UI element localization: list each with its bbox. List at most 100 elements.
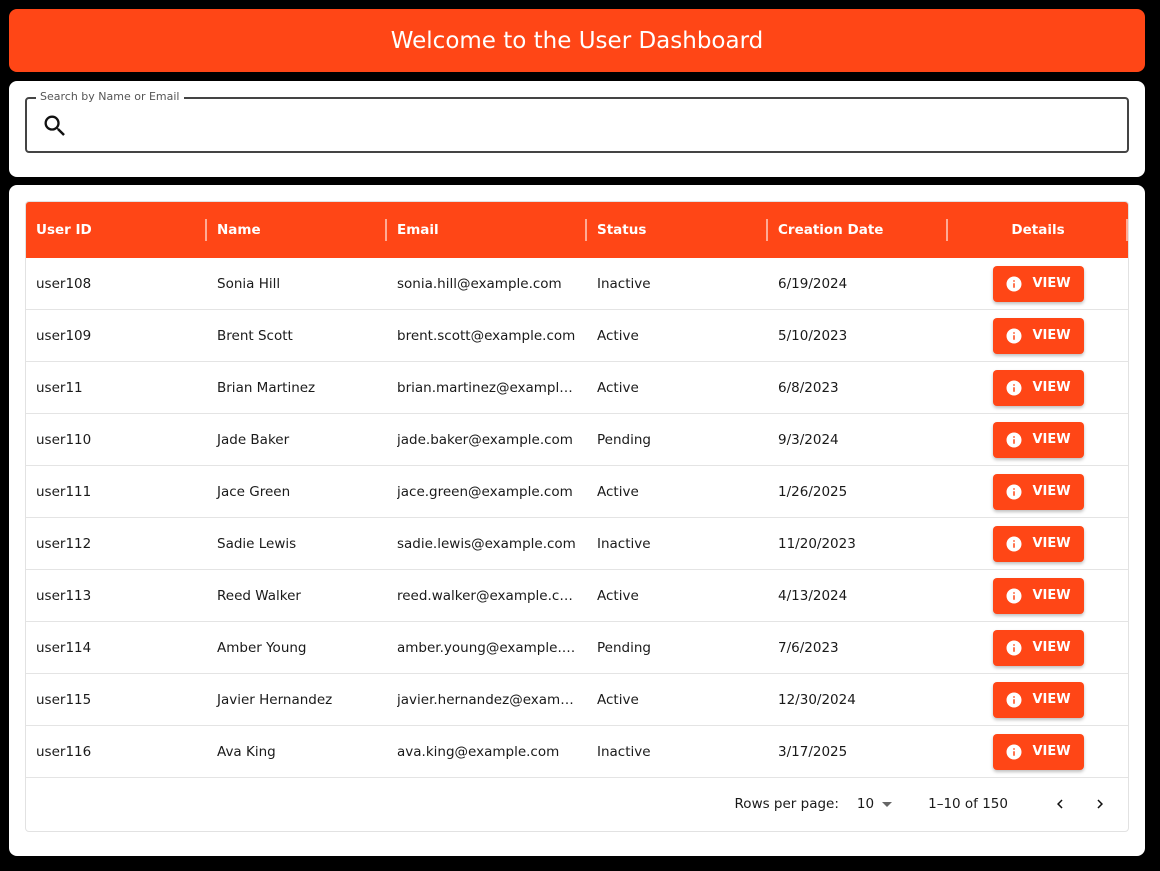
view-button-label: VIEW bbox=[1032, 380, 1071, 395]
view-details-button[interactable]: VIEW bbox=[992, 629, 1084, 666]
cell-details: VIEW bbox=[948, 258, 1128, 309]
info-icon bbox=[1006, 380, 1022, 395]
cell-name: Ava King bbox=[217, 743, 276, 760]
view-details-button[interactable]: VIEW bbox=[992, 733, 1084, 770]
cell-details: VIEW bbox=[948, 622, 1128, 673]
cell-email: reed.walker@example.com bbox=[397, 587, 577, 604]
cell-email: javier.hernandez@example.com bbox=[397, 691, 577, 708]
view-details-button[interactable]: VIEW bbox=[992, 317, 1084, 354]
view-button-label: VIEW bbox=[1032, 328, 1071, 343]
table-row: user115 Javier Hernandez javier.hernandez@… bbox=[26, 674, 1128, 726]
view-button-label: VIEW bbox=[1032, 692, 1071, 707]
cell-details: VIEW bbox=[948, 674, 1128, 725]
rows-per-page-select[interactable]: 10 bbox=[856, 796, 893, 812]
cell-status: Pending bbox=[597, 431, 651, 448]
chevron-left-icon bbox=[1057, 799, 1063, 809]
view-details-button[interactable]: VIEW bbox=[992, 577, 1084, 614]
cell-name: Jade Baker bbox=[217, 431, 290, 448]
cell-creation-date: 6/19/2024 bbox=[778, 275, 848, 292]
cell-status: Active bbox=[597, 379, 639, 396]
cell-user-id: user116 bbox=[36, 743, 92, 760]
view-details-button[interactable]: VIEW bbox=[992, 473, 1084, 510]
cell-email: sadie.lewis@example.com bbox=[397, 535, 576, 552]
cell-name: Brian Martinez bbox=[217, 379, 316, 396]
rows-per-page-value: 10 bbox=[856, 796, 875, 812]
cell-creation-date: 7/6/2023 bbox=[778, 639, 839, 656]
table-row: user112 Sadie Lewis sadie.lewis@example.co… bbox=[26, 518, 1128, 570]
cell-status: Active bbox=[597, 327, 639, 344]
search-input[interactable] bbox=[83, 107, 1113, 143]
cell-user-id: user111 bbox=[36, 483, 92, 500]
cell-creation-date: 5/10/2023 bbox=[778, 327, 848, 344]
info-icon bbox=[1006, 744, 1022, 759]
cell-email: brian.martinez@example.com bbox=[397, 379, 577, 396]
cell-status: Active bbox=[597, 483, 639, 500]
view-button-label: VIEW bbox=[1032, 432, 1071, 447]
cell-user-id: user112 bbox=[36, 535, 92, 552]
cell-user-id: user115 bbox=[36, 691, 92, 708]
cell-creation-date: 3/17/2025 bbox=[778, 743, 848, 760]
view-button-label: VIEW bbox=[1032, 744, 1071, 759]
column-header-details[interactable]: Details bbox=[948, 202, 1128, 258]
view-button-label: VIEW bbox=[1032, 276, 1071, 291]
cell-details: VIEW bbox=[948, 466, 1128, 517]
pagination-range: 1–10 of 150 bbox=[928, 796, 1008, 812]
cell-creation-date: 12/30/2024 bbox=[778, 691, 856, 708]
table-row: user114 Amber Young amber.young@example.co… bbox=[26, 622, 1128, 674]
table-row: user113 Reed Walker reed.walker@example.co… bbox=[26, 570, 1128, 622]
cell-name: Jace Green bbox=[217, 483, 291, 500]
column-header-user-id[interactable]: User ID bbox=[26, 202, 207, 258]
info-icon bbox=[1006, 328, 1022, 343]
info-icon bbox=[1006, 640, 1022, 655]
cell-user-id: user109 bbox=[36, 327, 92, 344]
cell-user-id: user114 bbox=[36, 639, 92, 656]
cell-creation-date: 9/3/2024 bbox=[778, 431, 839, 448]
cell-user-id: user113 bbox=[36, 587, 92, 604]
cell-user-id: user110 bbox=[36, 431, 92, 448]
view-details-button[interactable]: VIEW bbox=[992, 525, 1084, 562]
column-header-status[interactable]: Status bbox=[587, 202, 768, 258]
cell-email: brent.scott@example.com bbox=[397, 327, 576, 344]
view-details-button[interactable]: VIEW bbox=[992, 681, 1084, 718]
search-label: Search by Name or Email bbox=[36, 90, 184, 104]
view-details-button[interactable]: VIEW bbox=[992, 369, 1084, 406]
search-field[interactable]: Search by Name or Email bbox=[25, 90, 1129, 153]
cell-details: VIEW bbox=[948, 570, 1128, 621]
cell-details: VIEW bbox=[948, 518, 1128, 569]
search-card: Search by Name or Email bbox=[9, 81, 1145, 177]
cell-creation-date: 4/13/2024 bbox=[778, 587, 848, 604]
view-details-button[interactable]: VIEW bbox=[992, 265, 1084, 302]
column-header-email[interactable]: Email bbox=[387, 202, 587, 258]
cell-creation-date: 1/26/2025 bbox=[778, 483, 848, 500]
cell-status: Active bbox=[597, 691, 639, 708]
cell-email: ava.king@example.com bbox=[397, 743, 560, 760]
column-header-name[interactable]: Name bbox=[207, 202, 387, 258]
cell-email: jace.green@example.com bbox=[397, 483, 573, 500]
cell-details: VIEW bbox=[948, 414, 1128, 465]
info-icon bbox=[1006, 692, 1022, 707]
cell-details: VIEW bbox=[948, 310, 1128, 361]
view-button-label: VIEW bbox=[1032, 536, 1071, 551]
table-row: user11 Brian Martinez brian.martinez@examp… bbox=[26, 362, 1128, 414]
next-page-button[interactable] bbox=[1084, 788, 1116, 820]
chevron-right-icon bbox=[1097, 799, 1103, 809]
table-row: user109 Brent Scott brent.scott@example.co… bbox=[26, 310, 1128, 362]
caret-down-icon bbox=[882, 801, 893, 807]
cell-email: amber.young@example.com bbox=[397, 639, 577, 656]
info-icon bbox=[1006, 536, 1022, 551]
previous-page-button[interactable] bbox=[1044, 788, 1076, 820]
table-row: user116 Ava King ava.king@example.com Inact… bbox=[26, 726, 1128, 778]
table-row: user111 Jace Green jace.green@example.com A… bbox=[26, 466, 1128, 518]
view-button-label: VIEW bbox=[1032, 484, 1071, 499]
table-row: user108 Sonia Hill sonia.hill@example.com I… bbox=[26, 258, 1128, 310]
cell-creation-date: 11/20/2023 bbox=[778, 535, 856, 552]
cell-name: Javier Hernandez bbox=[217, 691, 333, 708]
cell-details: VIEW bbox=[948, 362, 1128, 413]
cell-user-id: user11 bbox=[36, 379, 83, 396]
page-title: Welcome to the User Dashboard bbox=[390, 27, 764, 54]
cell-name: Sadie Lewis bbox=[217, 535, 297, 552]
column-header-creation-date[interactable]: Creation Date bbox=[768, 202, 948, 258]
view-details-button[interactable]: VIEW bbox=[992, 421, 1084, 458]
cell-name: Brent Scott bbox=[217, 327, 293, 344]
info-icon bbox=[1006, 276, 1022, 291]
